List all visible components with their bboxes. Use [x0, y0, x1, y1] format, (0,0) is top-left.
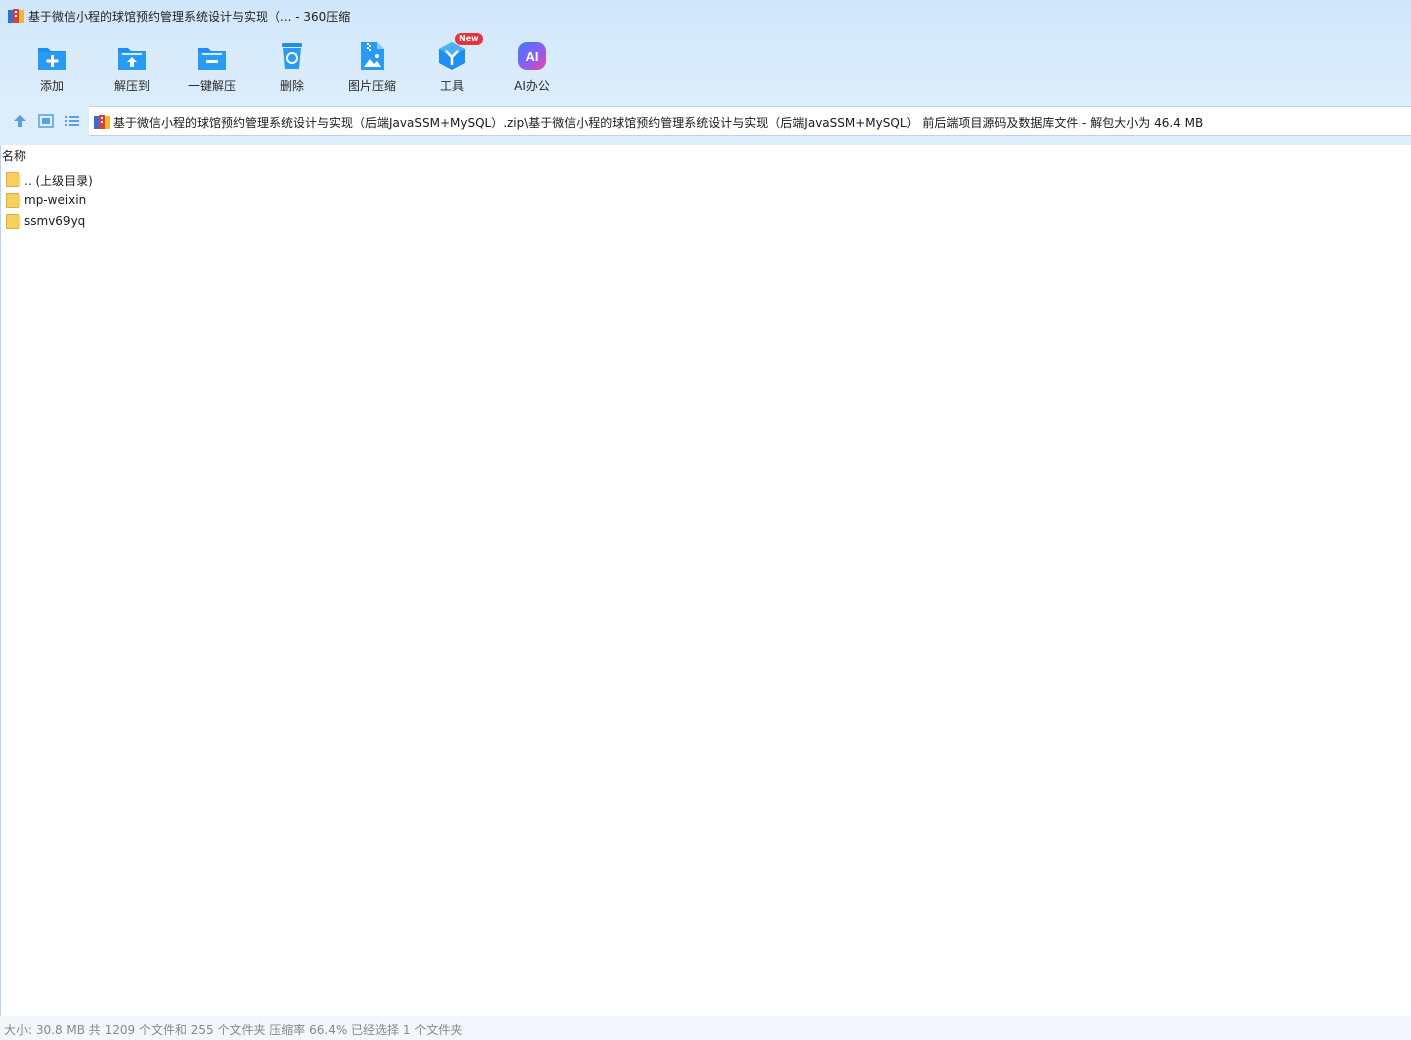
add-label: 添加 — [39, 79, 64, 93]
tools-button[interactable]: New 工具 — [412, 33, 492, 100]
file-list: 名称 .. (上级目录) mp-weixin ssmv69yq — [0, 145, 1411, 1016]
folder-icon — [6, 193, 21, 208]
path-text: 基于微信小程的球馆预约管理系统设计与实现（后端JavaSSM+MySQL）.zi… — [113, 116, 1204, 130]
up-arrow-icon[interactable] — [11, 112, 29, 130]
new-badge: New — [455, 33, 483, 45]
list-item-name: .. (上级目录) — [24, 174, 93, 188]
address-bar[interactable]: 基于微信小程的球馆预约管理系统设计与实现（后端JavaSSM+MySQL）.zi… — [89, 106, 1411, 136]
one-click-extract-icon — [198, 48, 226, 70]
delete-button[interactable]: 删除 — [252, 38, 332, 100]
archive-path-icon — [94, 115, 110, 129]
list-item-name: mp-weixin — [24, 193, 87, 207]
ai-office-button[interactable]: AI AI办公 — [492, 38, 572, 100]
navigation-row: 基于微信小程的球馆预约管理系统设计与实现（后端JavaSSM+MySQL）.zi… — [0, 106, 1411, 136]
top-panel: 基于微信小程的球馆预约管理系统设计与实现（... - 360压缩 添加 解压到 — [0, 0, 1411, 145]
extract-to-label: 解压到 — [113, 79, 150, 93]
ai-icon-text: AI — [526, 49, 539, 64]
one-click-extract-label: 一键解压 — [187, 79, 236, 93]
delete-label: 删除 — [279, 79, 304, 93]
add-button[interactable]: 添加 — [12, 38, 92, 100]
extract-to-button[interactable]: 解压到 — [92, 38, 172, 100]
archive-app-icon — [8, 9, 24, 23]
list-item-ssmv69yq[interactable]: ssmv69yq — [6, 211, 406, 231]
list-view-icon[interactable] — [63, 112, 81, 130]
list-item-name: ssmv69yq — [24, 214, 86, 228]
add-icon — [38, 48, 66, 70]
folder-icon — [6, 214, 21, 229]
recycle-bin-icon — [282, 43, 302, 69]
image-compress-label: 图片压缩 — [347, 79, 396, 93]
title-bar: 基于微信小程的球馆预约管理系统设计与实现（... - 360压缩 — [0, 0, 1411, 32]
tools-label: 工具 — [439, 79, 464, 93]
list-item-parent-directory[interactable]: .. (上级目录) — [6, 169, 406, 189]
image-compress-button[interactable]: 图片压缩 — [332, 38, 412, 100]
ai-office-label: AI办公 — [514, 79, 550, 93]
extract-to-icon — [118, 48, 146, 70]
one-click-extract-button[interactable]: 一键解压 — [172, 38, 252, 100]
thumbnail-view-icon[interactable] — [37, 112, 55, 130]
status-text: 大小: 30.8 MB 共 1209 个文件和 255 个文件夹 压缩率 66.… — [4, 1023, 463, 1037]
list-item-mp-weixin[interactable]: mp-weixin — [6, 190, 406, 210]
status-bar: 大小: 30.8 MB 共 1209 个文件和 255 个文件夹 压缩率 66.… — [0, 1016, 1411, 1040]
ai-office-icon: AI — [518, 42, 546, 70]
folder-icon — [6, 172, 21, 187]
window-title: 基于微信小程的球馆预约管理系统设计与实现（... - 360压缩 — [28, 10, 351, 24]
column-header-name[interactable]: 名称 — [2, 147, 26, 164]
image-compress-icon — [361, 42, 384, 70]
